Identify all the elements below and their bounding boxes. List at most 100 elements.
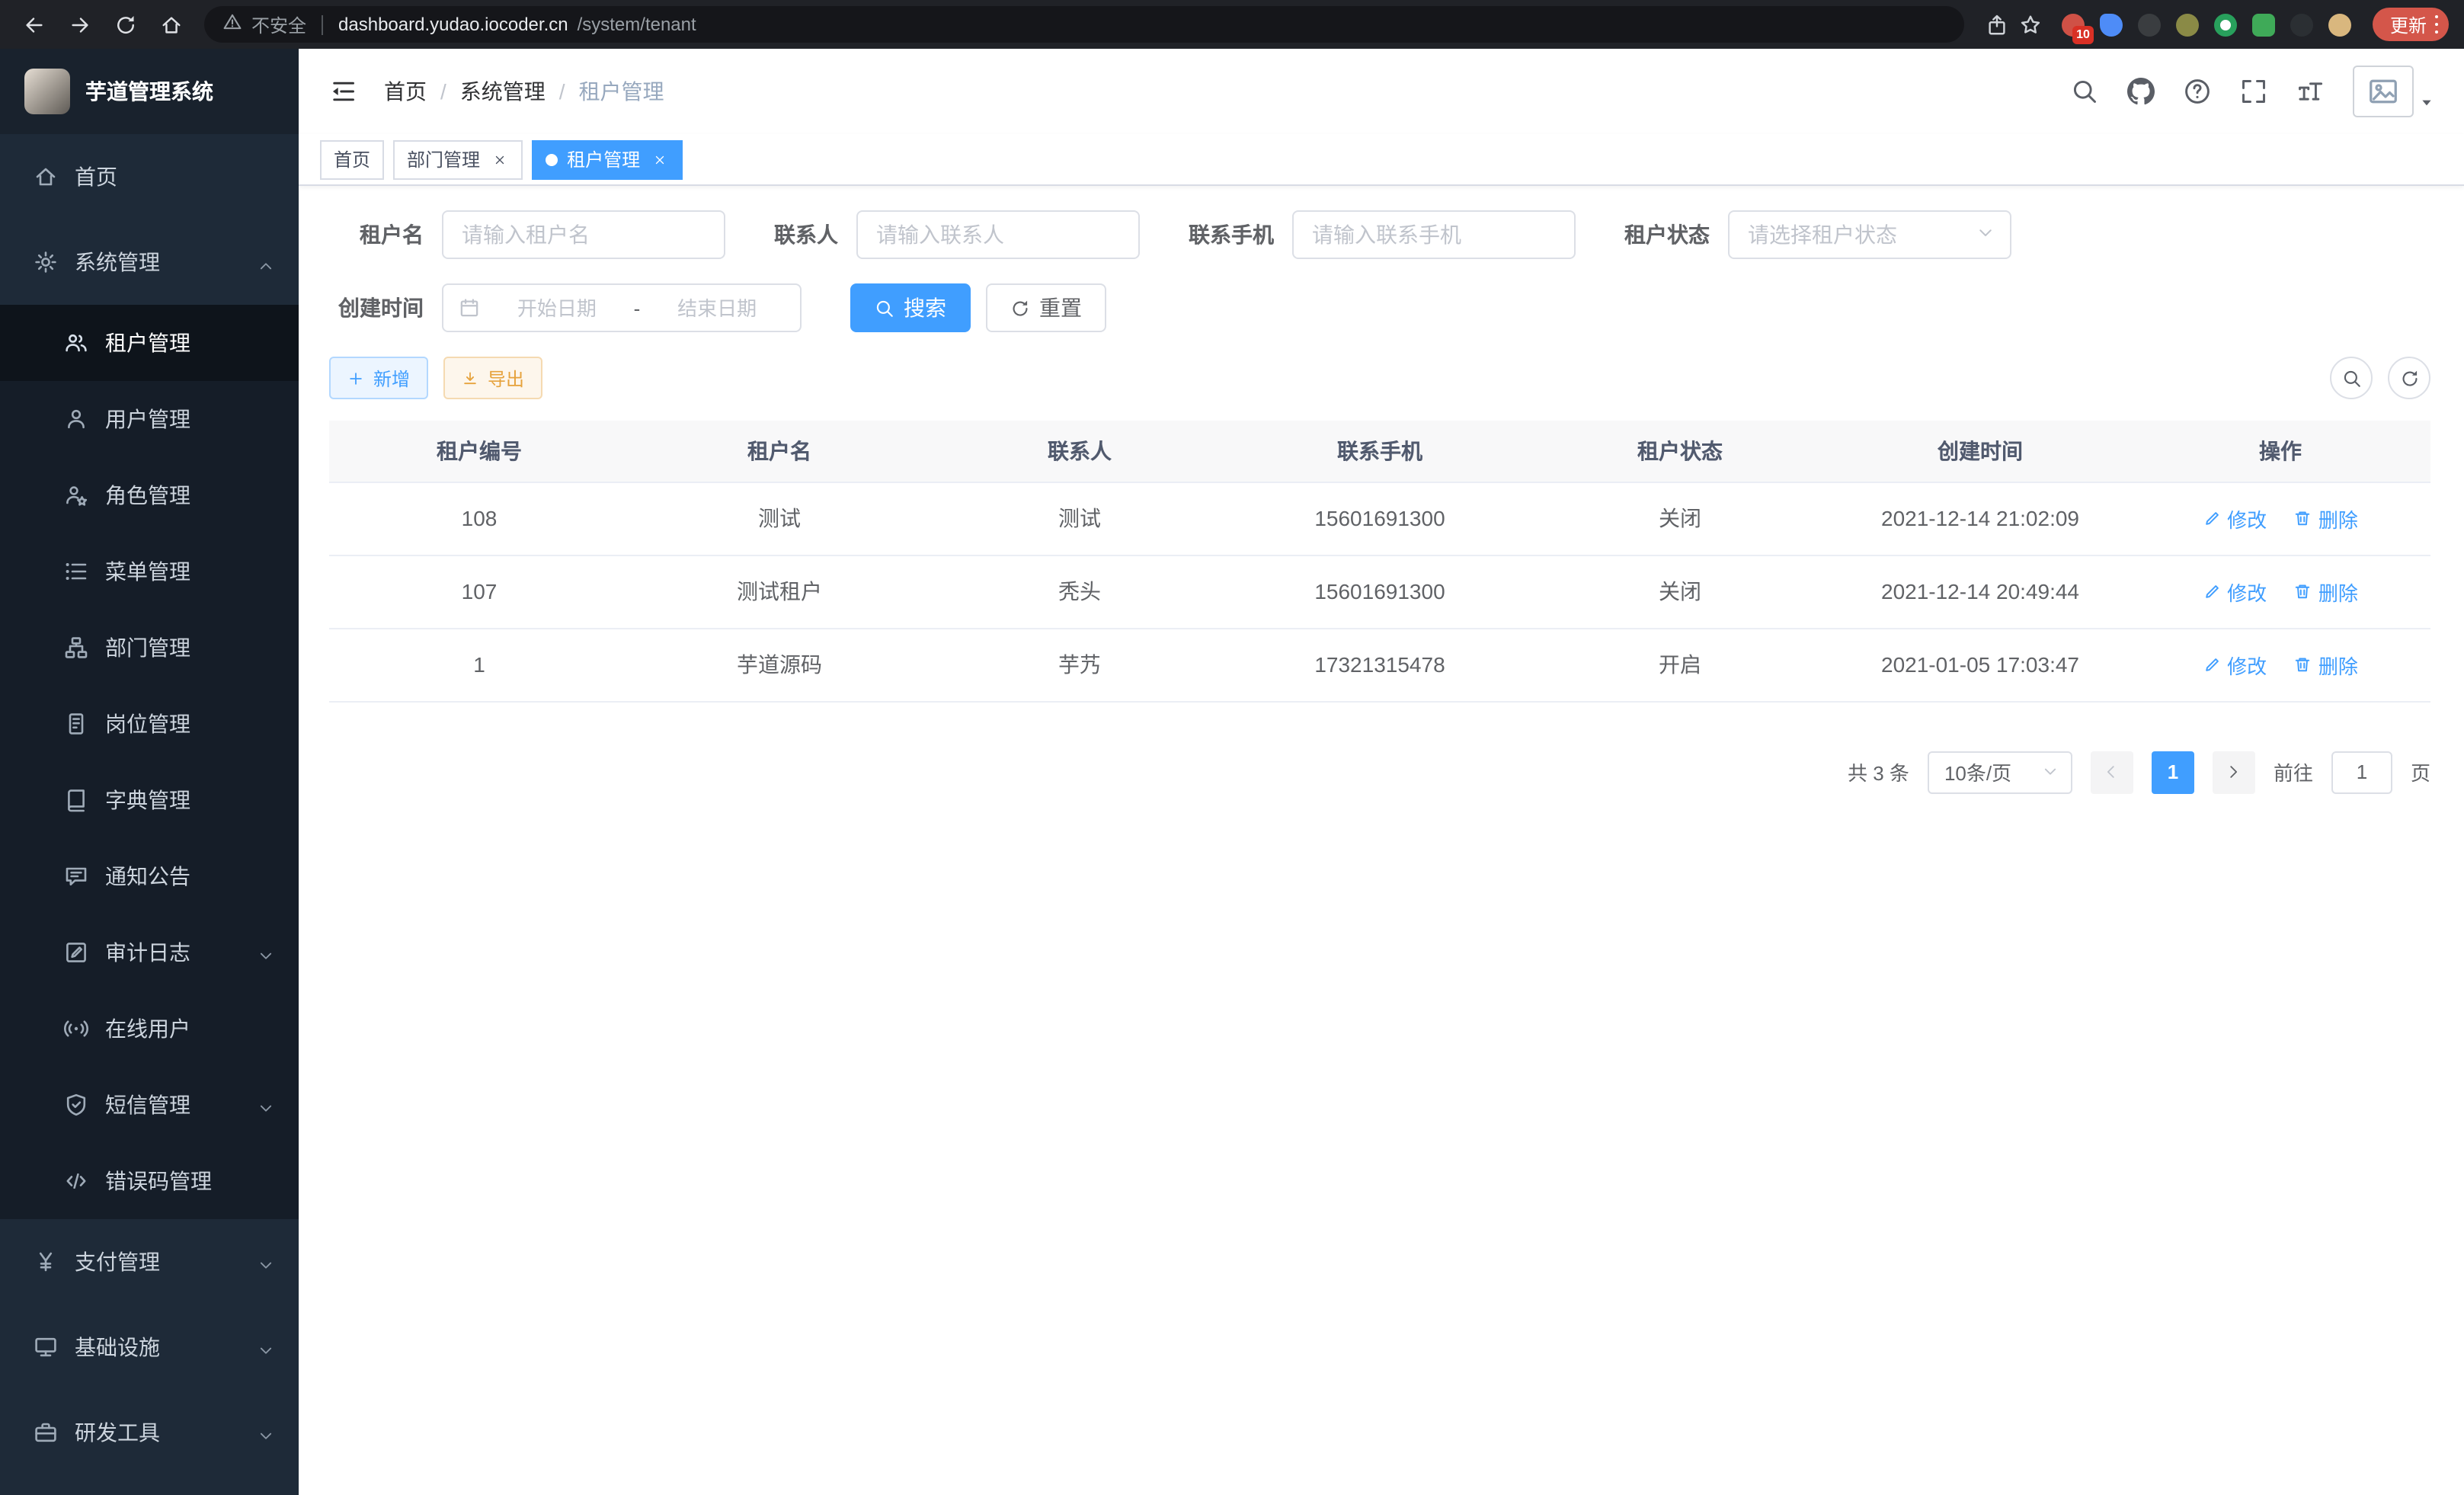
sidebar-item-home[interactable]: 首页 <box>0 134 299 219</box>
tab-home[interactable]: 首页 <box>320 139 384 179</box>
export-button[interactable]: 导出 <box>443 357 542 399</box>
close-icon[interactable] <box>489 149 509 169</box>
sidebar-item-menu-management[interactable]: 菜单管理 <box>0 533 299 610</box>
browser-menu-icon[interactable] <box>2434 15 2438 34</box>
fullscreen-icon[interactable] <box>2240 78 2267 105</box>
sidebar-item-label: 首页 <box>75 162 117 192</box>
sidebar-item-label: 支付管理 <box>75 1247 160 1277</box>
help-icon[interactable] <box>2184 78 2211 105</box>
extension-icon[interactable] <box>2101 13 2123 36</box>
phone-input[interactable] <box>1292 210 1576 259</box>
tenant-table: 租户编号 租户名 联系人 联系手机 租户状态 创建时间 操作 108 测试 测试 <box>329 421 2430 702</box>
toggle-search-button[interactable] <box>2330 357 2373 399</box>
prev-page-button[interactable] <box>2091 751 2133 793</box>
extension-icon[interactable] <box>2291 13 2314 36</box>
add-button[interactable]: 新增 <box>329 357 428 399</box>
role-icon <box>64 483 88 507</box>
breadcrumb-item[interactable]: 首页 <box>384 76 427 107</box>
cell-tenant-id: 107 <box>329 555 629 628</box>
sidebar-item-dept-management[interactable]: 部门管理 <box>0 610 299 686</box>
sidebar-item-audit-log[interactable]: 审计日志 <box>0 914 299 991</box>
sidebar-item-notice[interactable]: 通知公告 <box>0 838 299 914</box>
filter-label: 联系手机 <box>1189 219 1274 250</box>
sidebar-item-label: 角色管理 <box>105 480 190 511</box>
sidebar-item-role-management[interactable]: 角色管理 <box>0 457 299 533</box>
cell-operations: 修改 删除 <box>2130 628 2430 701</box>
url-bar[interactable]: 不安全 dashboard.yudao.iocoder.cn/system/te… <box>204 6 1965 43</box>
sidebar-item-system-management[interactable]: 系统管理 <box>0 219 299 305</box>
goto-page-input[interactable] <box>2331 751 2392 793</box>
back-button[interactable] <box>15 6 52 43</box>
search-icon[interactable] <box>2071 78 2098 105</box>
tab-dept-management[interactable]: 部门管理 <box>393 139 523 179</box>
book-icon <box>64 788 88 812</box>
toolbar-right <box>2330 357 2430 399</box>
bookmark-star-icon[interactable] <box>2014 8 2047 41</box>
edit-link[interactable]: 修改 <box>2203 577 2267 606</box>
next-page-button[interactable] <box>2213 751 2255 793</box>
delete-link[interactable]: 删除 <box>2294 577 2358 606</box>
extension-icon[interactable]: 10 <box>2062 13 2085 36</box>
sidebar-logo[interactable]: 芋道管理系统 <box>0 49 299 134</box>
page-size-select[interactable]: 10条/页 <box>1928 751 2072 793</box>
tab-tenant-management[interactable]: 租户管理 <box>532 139 683 179</box>
sidebar-submenu-system: 租户管理 用户管理 角色管理 菜单管理 部门管理 岗位管理 <box>0 305 299 1219</box>
status-select[interactable]: 请选择租户状态 <box>1728 210 2011 259</box>
update-button[interactable]: 更新 <box>2373 8 2449 41</box>
org-tree-icon <box>64 635 88 660</box>
forward-button[interactable] <box>61 6 98 43</box>
app-header: 首页 / 系统管理 / 租户管理 <box>299 49 2464 134</box>
cell-status: 关闭 <box>1530 482 1830 555</box>
sidebar-item-sms-management[interactable]: 短信管理 <box>0 1067 299 1143</box>
message-icon <box>64 864 88 888</box>
search-button[interactable]: 搜索 <box>850 283 971 332</box>
sidebar-item-infrastructure[interactable]: 基础设施 <box>0 1305 299 1390</box>
sidebar-item-post-management[interactable]: 岗位管理 <box>0 686 299 762</box>
home-button[interactable] <box>152 6 189 43</box>
delete-link[interactable]: 删除 <box>2294 504 2358 533</box>
tenant-name-input[interactable] <box>442 210 725 259</box>
cell-status: 关闭 <box>1530 555 1830 628</box>
sidebar-item-dev-tools[interactable]: 研发工具 <box>0 1390 299 1475</box>
share-icon[interactable] <box>1980 8 2014 41</box>
reload-button[interactable] <box>107 6 143 43</box>
sidebar-item-label: 字典管理 <box>105 785 190 815</box>
home-icon <box>34 165 58 189</box>
close-icon[interactable] <box>649 149 669 169</box>
edit-link[interactable]: 修改 <box>2203 504 2267 533</box>
cell-contact: 秃头 <box>930 555 1230 628</box>
extension-icon[interactable] <box>2215 13 2238 36</box>
search-button-label: 搜索 <box>904 293 946 323</box>
extension-icon[interactable] <box>2139 13 2162 36</box>
github-icon[interactable] <box>2127 78 2155 105</box>
extension-icon[interactable] <box>2253 13 2276 36</box>
url-host: dashboard.yudao.iocoder.cn <box>338 14 568 35</box>
breadcrumb-item[interactable]: 系统管理 <box>460 76 546 107</box>
extension-icon[interactable] <box>2177 13 2200 36</box>
reset-button[interactable]: 重置 <box>986 283 1106 332</box>
sidebar-item-user-management[interactable]: 用户管理 <box>0 381 299 457</box>
sidebar-collapse-icon[interactable] <box>329 78 357 105</box>
signal-icon <box>64 1016 88 1041</box>
refresh-button[interactable] <box>2388 357 2430 399</box>
column-header: 租户编号 <box>329 421 629 482</box>
toolbox-icon <box>34 1420 58 1445</box>
sidebar-item-dict-management[interactable]: 字典管理 <box>0 762 299 838</box>
sidebar-item-tenant-management[interactable]: 租户管理 <box>0 305 299 381</box>
edit-link[interactable]: 修改 <box>2203 650 2267 679</box>
url-path: /system/tenant <box>578 14 696 35</box>
contact-input[interactable] <box>856 210 1140 259</box>
end-date-input[interactable] <box>649 296 785 319</box>
cell-tenant-id: 108 <box>329 482 629 555</box>
date-range-picker[interactable]: - <box>442 283 802 332</box>
profile-avatar-icon[interactable] <box>2329 13 2352 36</box>
sidebar-item-error-code[interactable]: 错误码管理 <box>0 1143 299 1219</box>
warning-icon <box>222 12 242 37</box>
user-avatar[interactable] <box>2353 66 2434 117</box>
start-date-input[interactable] <box>489 296 625 319</box>
sidebar-item-payment[interactable]: 支付管理 <box>0 1219 299 1305</box>
font-size-icon[interactable] <box>2296 78 2324 105</box>
delete-link[interactable]: 删除 <box>2294 650 2358 679</box>
sidebar-item-online-users[interactable]: 在线用户 <box>0 991 299 1067</box>
page-button-1[interactable]: 1 <box>2152 751 2194 793</box>
